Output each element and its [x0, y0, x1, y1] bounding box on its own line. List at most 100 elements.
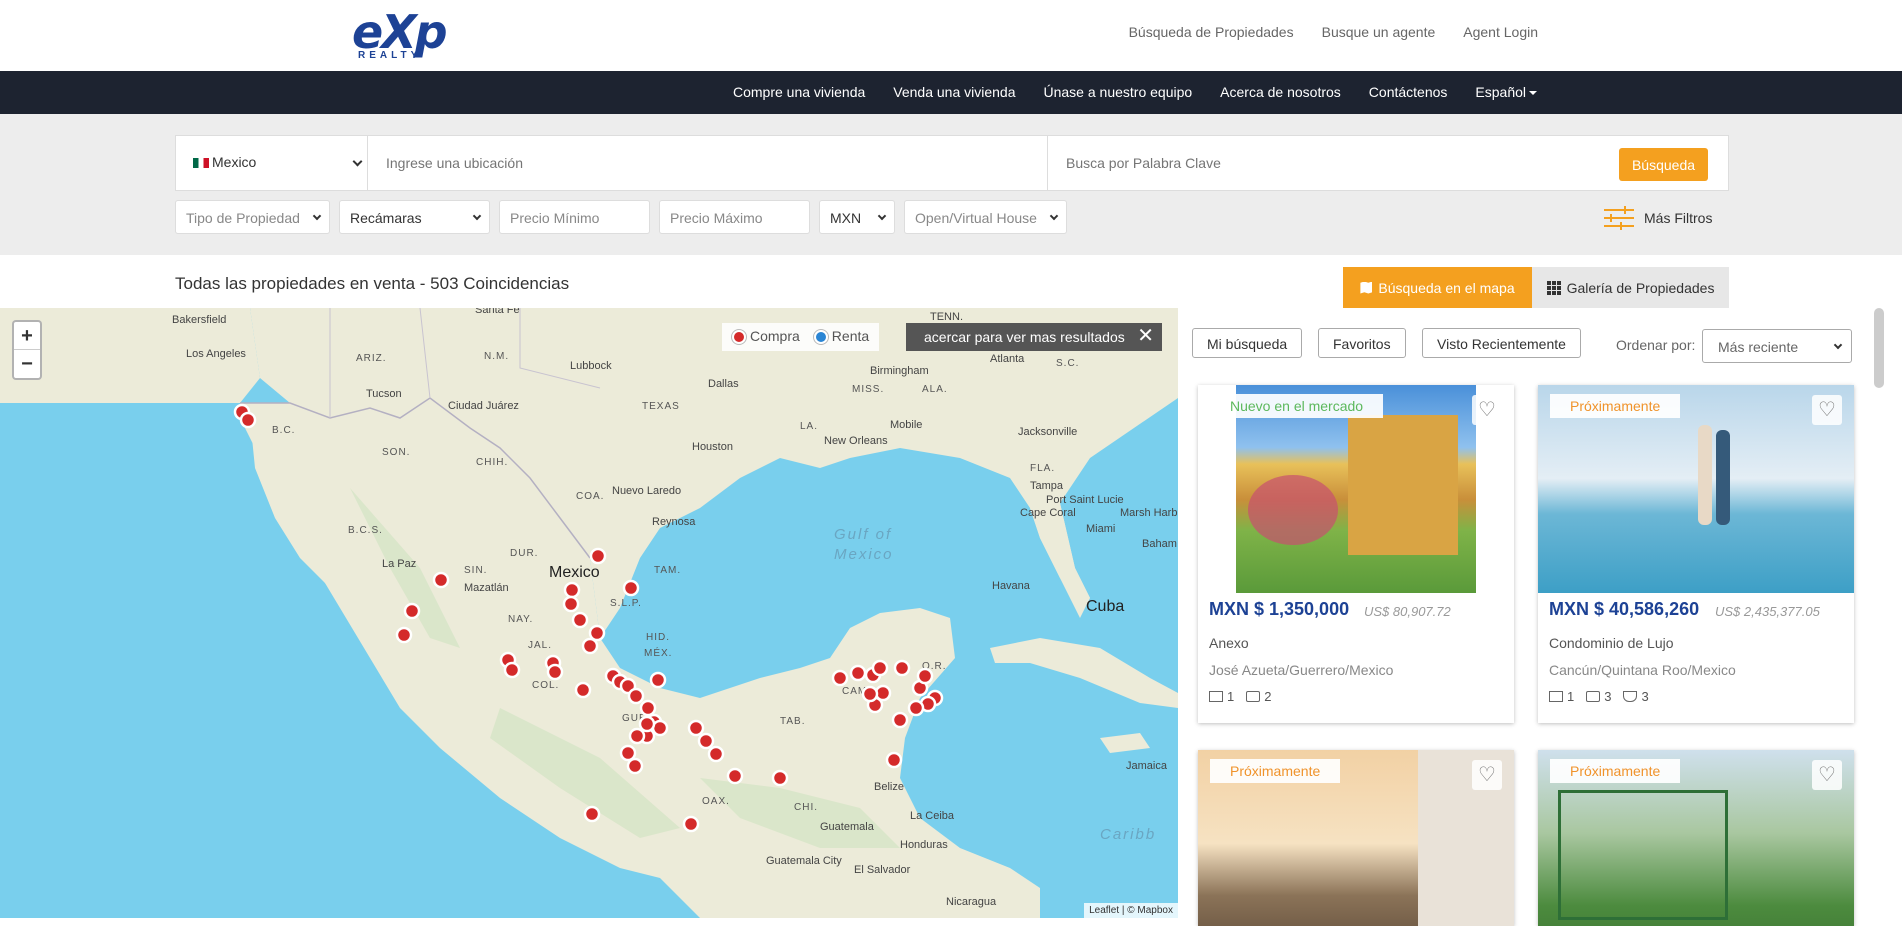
buy-pin[interactable]	[581, 637, 599, 655]
buy-pin[interactable]	[239, 411, 257, 429]
tab-gallery-label: Galería de Propiedades	[1566, 279, 1715, 296]
chevron-down-icon	[312, 211, 322, 221]
legend-buy[interactable]: Compra	[732, 328, 800, 346]
keyword-input[interactable]	[1048, 136, 1608, 190]
buy-pin[interactable]	[871, 659, 889, 677]
buy-pin[interactable]	[707, 745, 725, 763]
min-price-input[interactable]: Precio Mínimo	[499, 200, 650, 234]
zoom-in-button[interactable]: +	[14, 322, 40, 350]
open-house-select[interactable]: Open/Virtual House	[904, 200, 1067, 234]
location-input[interactable]	[368, 136, 1048, 190]
chevron-down-icon	[877, 211, 887, 221]
buy-pin[interactable]	[589, 547, 607, 565]
map-attribution[interactable]: Leaflet | © Mapbox	[1084, 903, 1178, 918]
recently-viewed-button[interactable]: Visto Recientemente	[1422, 328, 1581, 358]
tab-map-label: Búsqueda en el mapa	[1378, 279, 1515, 296]
nav-buy[interactable]: Compre una vivienda	[733, 84, 865, 100]
buy-pin[interactable]	[893, 659, 911, 677]
bedrooms-select[interactable]: Recámaras	[339, 200, 490, 234]
buy-pin[interactable]	[583, 805, 601, 823]
toplink-agent-login[interactable]: Agent Login	[1463, 24, 1538, 40]
buy-pin[interactable]	[403, 602, 421, 620]
tab-gallery[interactable]: Galería de Propiedades	[1532, 267, 1729, 308]
nav-contact[interactable]: Contáctenos	[1369, 84, 1448, 100]
view-tabs: Búsqueda en el mapa Galería de Propiedad…	[1343, 267, 1729, 308]
buy-pin[interactable]	[574, 681, 592, 699]
search-button[interactable]: Búsqueda	[1619, 148, 1708, 181]
area-feature: 1	[1549, 689, 1574, 704]
buy-pin[interactable]	[861, 685, 879, 703]
nav-join[interactable]: Únase a nuestro equipo	[1044, 84, 1193, 100]
buy-pin[interactable]	[649, 671, 667, 689]
buy-pin[interactable]	[562, 595, 580, 613]
main-nav: Compre una vivienda Venda una vivienda Ú…	[0, 71, 1902, 114]
status-badge: Nuevo en el mercado	[1210, 394, 1384, 418]
legend-rent[interactable]: Renta	[813, 328, 869, 346]
buy-pin[interactable]	[628, 727, 646, 745]
zoom-message: acercar para ver mas resultados ✕	[906, 323, 1162, 351]
favorite-heart-icon[interactable]: ♡	[1472, 395, 1502, 425]
map[interactable]: Bakersfield Santa Fe TENN. Los Angeles A…	[0, 308, 1178, 918]
buy-pin[interactable]	[885, 751, 903, 769]
max-price-input[interactable]: Precio Máximo	[659, 200, 810, 234]
favorites-button[interactable]: Favoritos	[1318, 328, 1406, 358]
toplink-find-agent[interactable]: Busque un agente	[1322, 24, 1436, 40]
nav-about[interactable]: Acerca de nosotros	[1220, 84, 1341, 100]
property-card[interactable]: Próximamente ♡	[1538, 750, 1854, 926]
close-icon[interactable]: ✕	[1137, 326, 1154, 346]
buy-pin[interactable]	[395, 626, 413, 644]
property-card[interactable]: Nuevo en el mercado ♡ MXN $ 1,350,000 US…	[1198, 385, 1514, 723]
more-filters-button[interactable]: Más Filtros	[1604, 206, 1712, 230]
buy-pin[interactable]	[697, 732, 715, 750]
buy-pin[interactable]	[638, 715, 656, 733]
property-card[interactable]: Próximamente ♡	[1198, 750, 1514, 926]
tab-map-search[interactable]: Búsqueda en el mapa	[1343, 267, 1532, 308]
buy-pin[interactable]	[588, 624, 606, 642]
nav-language[interactable]: Español	[1475, 84, 1537, 100]
map-legend: Compra Renta	[722, 323, 880, 351]
status-badge: Próximamente	[1550, 394, 1681, 418]
buy-dot-icon	[732, 330, 746, 345]
nav-sell[interactable]: Venda una vivienda	[893, 84, 1015, 100]
zoom-out-button[interactable]: −	[14, 350, 40, 378]
exp-realty-logo[interactable]: eXp REALTY	[352, 8, 457, 64]
toplink-property-search[interactable]: Búsqueda de Propiedades	[1129, 24, 1294, 40]
buy-pin[interactable]	[571, 611, 589, 629]
country-select[interactable]: Mexico	[176, 136, 368, 190]
favorite-heart-icon[interactable]: ♡	[1812, 760, 1842, 790]
property-type: Anexo	[1209, 635, 1249, 651]
currency-select[interactable]: MXN	[819, 200, 895, 234]
buy-pin[interactable]	[563, 581, 581, 599]
sort-select[interactable]: Más reciente	[1702, 329, 1852, 363]
buy-pin[interactable]	[849, 664, 867, 682]
buy-pin[interactable]	[546, 663, 564, 681]
buy-pin[interactable]	[639, 699, 657, 717]
results-panel: Mi búsqueda Favoritos Visto Recientement…	[1178, 308, 1874, 926]
property-card[interactable]: Próximamente ♡ MXN $ 40,586,260 US$ 2,43…	[1538, 385, 1854, 723]
buy-pin[interactable]	[432, 571, 450, 589]
sort-value: Más reciente	[1718, 339, 1799, 355]
sort-label: Ordenar por:	[1616, 337, 1696, 353]
zoom-message-text: acercar para ver mas resultados	[924, 329, 1125, 345]
property-type-select[interactable]: Tipo de Propiedad	[175, 200, 330, 234]
buy-pin[interactable]	[622, 579, 640, 597]
favorite-heart-icon[interactable]: ♡	[1812, 395, 1842, 425]
buy-pin[interactable]	[891, 711, 909, 729]
buy-pin[interactable]	[503, 661, 521, 679]
buy-pin[interactable]	[626, 757, 644, 775]
scrollbar[interactable]	[1874, 308, 1884, 388]
buy-pin[interactable]	[726, 767, 744, 785]
buy-pin[interactable]	[682, 815, 700, 833]
buy-pin[interactable]	[831, 669, 849, 687]
buy-pin[interactable]	[627, 687, 645, 705]
buy-pin[interactable]	[907, 699, 925, 717]
currency-label: MXN	[830, 210, 862, 226]
buy-pin[interactable]	[619, 744, 637, 762]
favorite-heart-icon[interactable]: ♡	[1472, 760, 1502, 790]
my-search-button[interactable]: Mi búsqueda	[1192, 328, 1303, 358]
buy-pin[interactable]	[771, 769, 789, 787]
buy-pin[interactable]	[916, 667, 934, 685]
area-value: 1	[1227, 689, 1235, 704]
buy-pin[interactable]	[687, 719, 705, 737]
price-usd: US$ 80,907.72	[1364, 604, 1451, 619]
